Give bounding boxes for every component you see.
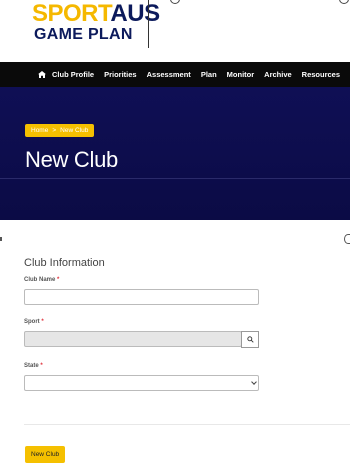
left-edge-mark [0,237,2,241]
home-icon[interactable] [38,62,46,87]
logo-aus-text: AUS [110,0,160,27]
main-navigation: Club Profile Priorities Assessment Plan … [0,62,350,87]
sport-label: Sport * [24,319,44,325]
sport-input[interactable] [24,331,242,347]
page-title: New Club [25,147,118,172]
logo-subtitle: GAME PLAN [34,26,133,43]
breadcrumb: Home > New Club [25,124,95,137]
page-hero: Home > New Club New Club [0,87,350,220]
search-icon [246,336,254,343]
nav-item-priorities[interactable]: Priorities [104,62,137,87]
breadcrumb-current: New Club [60,127,89,134]
required-marker: * [40,363,43,369]
club-name-label-text: Club Name [24,277,56,283]
form-divider [24,424,350,425]
nav-item-assessment[interactable]: Assessment [147,62,191,87]
section-title: Club Information [24,257,105,269]
site-header: SPORTAUS GAME PLAN [0,0,350,58]
club-name-label: Club Name * [24,277,59,283]
breadcrumb-separator: > [52,127,57,134]
logo-sport-text: SPORT [32,0,111,27]
required-marker: * [41,319,44,325]
breadcrumb-home-link[interactable]: Home [31,127,48,134]
hero-divider [0,178,350,179]
nav-item-archive[interactable]: Archive [264,62,292,87]
sport-label-text: Sport [24,319,40,325]
state-select[interactable] [24,375,259,391]
state-label: State * [24,363,43,369]
sport-search-button[interactable] [241,331,259,348]
club-name-input[interactable] [24,289,259,305]
logo-wordmark: SPORTAUS [32,2,160,26]
nav-item-club-profile[interactable]: Club Profile [52,62,94,87]
nav-item-monitor[interactable]: Monitor [227,62,255,87]
nav-item-resources[interactable]: Resources [302,62,340,87]
search-icon[interactable] [339,0,349,4]
refresh-icon[interactable] [344,234,350,244]
new-club-button[interactable]: New Club [25,446,66,463]
user-icon[interactable] [170,0,180,4]
header-divider [148,0,149,48]
required-marker: * [57,277,60,283]
nav-item-plan[interactable]: Plan [201,62,217,87]
state-label-text: State [24,363,39,369]
sportaus-logo[interactable]: SPORTAUS GAME PLAN [32,2,160,48]
